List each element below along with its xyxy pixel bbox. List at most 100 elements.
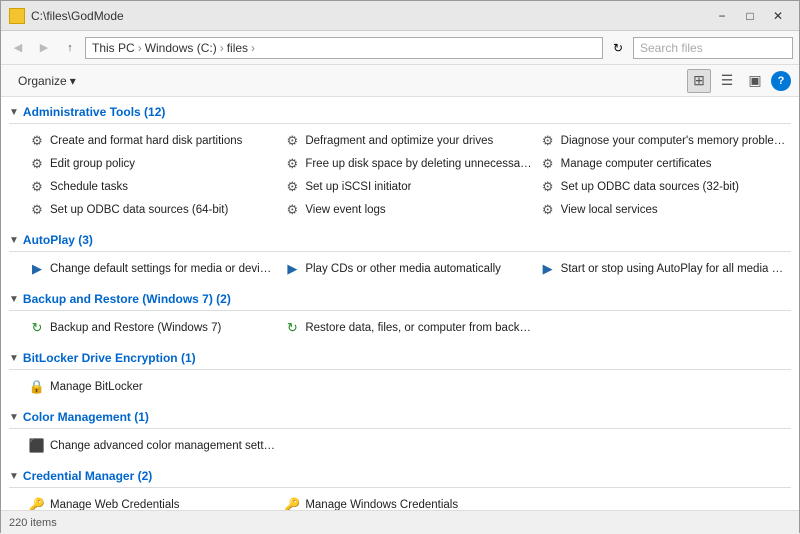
item-icon: 🔑 <box>284 497 300 510</box>
item-label: Manage computer certificates <box>561 158 712 170</box>
item-icon: ⚙ <box>540 133 556 149</box>
path-files: files <box>227 41 248 55</box>
grid-item[interactable]: ↻Restore data, files, or computer from b… <box>280 317 535 339</box>
grid-item[interactable]: ▶ Start or stop using AutoPlay for all me… <box>536 258 791 280</box>
item-label: Edit group policy <box>50 158 135 170</box>
category-chevron: ▼ <box>9 471 19 482</box>
address-bar: ◀ ▶ ↑ This PC › Windows (C:) › files › ↻… <box>1 31 799 65</box>
grid-item[interactable]: 🔑Manage Web Credentials <box>25 494 280 510</box>
grid-item[interactable]: ▶Change default settings for media or de… <box>25 258 280 280</box>
item-label: Start or stop using AutoPlay for all med… <box>561 263 787 275</box>
toolbar: Organize ▾ ⊞ ☰ ▣ ? <box>1 65 799 97</box>
grid-item[interactable]: 🔒 Manage BitLocker <box>25 376 280 398</box>
title-bar: C:\files\GodMode − □ ✕ <box>1 1 799 31</box>
category-divider <box>9 123 791 124</box>
status-bar: 220 items <box>1 510 799 534</box>
category-group-backup-restore: ▼ Backup and Restore (Windows 7) (2) ↻Back… <box>1 288 799 345</box>
category-divider <box>9 369 791 370</box>
grid-item[interactable]: ⚙Defragment and optimize your drives <box>280 130 535 152</box>
back-button[interactable]: ◀ <box>7 37 29 59</box>
close-button[interactable]: ✕ <box>765 5 791 27</box>
item-label: Create and format hard disk partitions <box>50 135 242 147</box>
item-icon: ⚙ <box>284 202 300 218</box>
items-grid-backup-restore: ↻Backup and Restore (Windows 7)↻Restore … <box>1 315 799 345</box>
grid-item[interactable]: ⚙ Create and format hard disk partitions <box>25 130 280 152</box>
category-name: Backup and Restore (Windows 7) (2) <box>23 292 231 306</box>
category-header-color-mgmt[interactable]: ▼Color Management (1) <box>1 406 799 428</box>
grid-item[interactable]: 🔑Manage Windows Credentials <box>280 494 535 510</box>
items-grid-credential-mgr: 🔑Manage Web Credentials🔑Manage Windows C… <box>1 492 799 510</box>
category-chevron: ▼ <box>9 235 19 246</box>
item-icon: ⚙ <box>29 156 45 172</box>
item-icon: ⚙ <box>29 179 45 195</box>
category-chevron: ▼ <box>9 294 19 305</box>
grid-item[interactable]: ⚙Set up iSCSI initiator <box>280 176 535 198</box>
items-grid-color-mgmt: ⬛ Change advanced color management settin… <box>1 433 799 463</box>
content-pane[interactable]: ▼Administrative Tools (12)⚙Create and fo… <box>1 97 799 510</box>
category-name: Administrative Tools (12) <box>23 105 165 119</box>
grid-item[interactable]: ⚙Set up ODBC data sources (64-bit) <box>25 199 280 221</box>
item-icon: ⚙ <box>29 133 45 149</box>
organize-label: Organize <box>18 74 67 88</box>
grid-item[interactable]: ⚙View local services <box>536 199 791 221</box>
maximize-button[interactable]: □ <box>737 5 763 27</box>
title-bar-left: C:\files\GodMode <box>9 8 124 24</box>
item-icon: ⚙ <box>540 179 556 195</box>
grid-item[interactable]: ⬛ Change advanced color management settin… <box>25 435 280 457</box>
item-icon: ▶ <box>284 261 300 277</box>
category-header-bitlocker[interactable]: ▼ BitLocker Drive Encryption (1) <box>1 347 799 369</box>
view-detail-button[interactable]: ☰ <box>715 69 739 93</box>
item-icon: ⚙ <box>284 133 300 149</box>
item-label: Set up ODBC data sources (32-bit) <box>561 181 739 193</box>
view-grid-button[interactable]: ⊞ <box>687 69 711 93</box>
grid-item[interactable]: ⚙Free up disk space by deleting unnecess… <box>280 153 535 175</box>
item-label: Set up ODBC data sources (64-bit) <box>50 204 228 216</box>
item-label: Change advanced color management setting… <box>50 440 276 452</box>
address-path[interactable]: This PC › Windows (C:) › files › <box>85 37 603 59</box>
items-grid-autoplay: ▶Change default settings for media or de… <box>1 256 799 286</box>
item-icon: ▶ <box>540 261 556 277</box>
grid-item[interactable]: ⚙Diagnose your computer's memory problem… <box>536 130 791 152</box>
category-group-color-mgmt: ▼Color Management (1) ⬛ Change advanced co… <box>1 406 799 463</box>
help-button[interactable]: ? <box>771 71 791 91</box>
category-name: Credential Manager (2) <box>23 469 152 483</box>
grid-item[interactable]: ⚙ Set up ODBC data sources (32-bit) <box>536 176 791 198</box>
category-header-admin-tools[interactable]: ▼Administrative Tools (12) <box>1 101 799 123</box>
category-name: BitLocker Drive Encryption (1) <box>23 351 196 365</box>
category-header-credential-mgr[interactable]: ▼ Credential Manager (2) <box>1 465 799 487</box>
item-label: View local services <box>561 204 658 216</box>
grid-item[interactable]: ↻Backup and Restore (Windows 7) <box>25 317 280 339</box>
category-divider <box>9 428 791 429</box>
grid-item[interactable]: ▶Play CDs or other media automatically <box>280 258 535 280</box>
refresh-button[interactable]: ↻ <box>607 37 629 59</box>
item-icon: ⚙ <box>284 156 300 172</box>
item-label: Restore data, files, or computer from ba… <box>305 322 531 334</box>
category-chevron: ▼ <box>9 353 19 364</box>
item-count: 220 items <box>9 517 57 529</box>
grid-item[interactable]: ⚙ Edit group policy <box>25 153 280 175</box>
category-divider <box>9 310 791 311</box>
minimize-button[interactable]: − <box>709 5 735 27</box>
grid-item[interactable]: ⚙View event logs <box>280 199 535 221</box>
item-icon: 🔒 <box>29 379 45 395</box>
category-group-autoplay: ▼AutoPlay (3) ▶Change default settings fo… <box>1 229 799 286</box>
organize-button[interactable]: Organize ▾ <box>9 69 85 93</box>
grid-item[interactable]: ⚙Schedule tasks <box>25 176 280 198</box>
title-icon <box>9 8 25 24</box>
item-icon: ⬛ <box>29 438 45 454</box>
item-label: Manage BitLocker <box>50 381 143 393</box>
category-header-backup-restore[interactable]: ▼ Backup and Restore (Windows 7) (2) <box>1 288 799 310</box>
category-name: Color Management (1) <box>23 410 149 424</box>
search-placeholder: Search files <box>640 41 703 55</box>
forward-button[interactable]: ▶ <box>33 37 55 59</box>
path-windows: Windows (C:) <box>145 41 217 55</box>
item-label: Manage Web Credentials <box>50 499 180 510</box>
main-area: ▼Administrative Tools (12)⚙Create and fo… <box>1 97 799 510</box>
item-label: Backup and Restore (Windows 7) <box>50 322 221 334</box>
grid-item[interactable]: ⚙Manage computer certificates <box>536 153 791 175</box>
organize-arrow: ▾ <box>70 74 76 88</box>
search-box[interactable]: Search files <box>633 37 793 59</box>
category-header-autoplay[interactable]: ▼AutoPlay (3) <box>1 229 799 251</box>
view-preview-button[interactable]: ▣ <box>743 69 767 93</box>
up-button[interactable]: ↑ <box>59 37 81 59</box>
